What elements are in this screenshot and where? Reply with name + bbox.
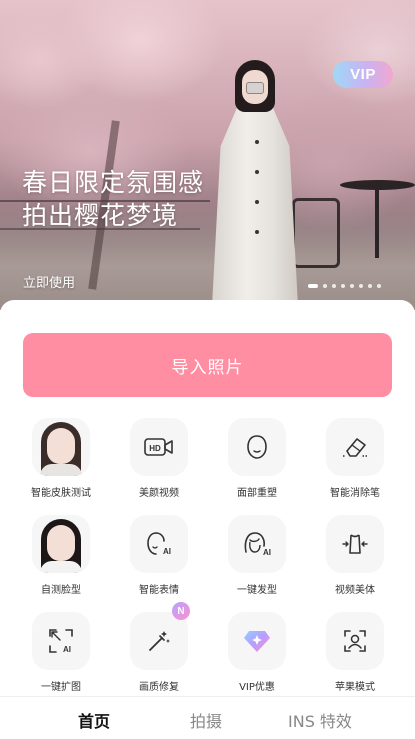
face-shape-avatar: [32, 515, 90, 573]
hero-banner[interactable]: VIP 春日限定氛围感 拍出樱花梦境 立即使用: [0, 0, 415, 310]
face-scan-icon: [326, 612, 384, 670]
tool-apple-mode[interactable]: 苹果模式: [306, 612, 404, 702]
tool-smart-expression[interactable]: AI 智能表情: [110, 515, 208, 605]
svg-text:AI: AI: [263, 548, 271, 557]
tool-label: 画质修复: [139, 682, 179, 693]
carousel-dot: [359, 284, 363, 288]
svg-text:AI: AI: [63, 645, 71, 654]
tool-label: 面部重塑: [237, 488, 277, 499]
carousel-dot-active: [308, 284, 318, 288]
magic-wand-icon: [130, 612, 188, 670]
tab-shoot[interactable]: 拍摄: [190, 708, 222, 732]
tool-beauty-video[interactable]: HD 美颜视频: [110, 418, 208, 508]
tool-label: 自测脸型: [41, 585, 81, 596]
svg-text:HD: HD: [149, 444, 161, 453]
tool-label: 苹果模式: [335, 682, 375, 693]
banner-title: 春日限定氛围感 拍出樱花梦境: [22, 166, 204, 232]
bottom-tab-bar: 首页 拍摄 INS 特效: [0, 696, 415, 739]
eraser-icon: [326, 418, 384, 476]
carousel-indicator: [308, 284, 381, 288]
carousel-dot: [323, 284, 327, 288]
banner-photo-table-leg: [375, 188, 379, 258]
banner-title-line-1: 春日限定氛围感: [22, 168, 205, 197]
tool-smart-eraser[interactable]: 智能消除笔: [306, 418, 404, 508]
tool-skin-test[interactable]: 智能皮肤测试: [12, 418, 110, 508]
tool-video-body[interactable]: 视频美体: [306, 515, 404, 605]
banner-use-now-link[interactable]: 立即使用: [23, 272, 75, 291]
tool-label: 智能消除笔: [330, 488, 380, 499]
new-badge: N: [172, 602, 190, 620]
face-outline-icon: [228, 418, 286, 476]
tool-label: 一键发型: [237, 585, 277, 596]
ai-hair-icon: AI: [228, 515, 286, 573]
tool-label: 视频美体: [335, 585, 375, 596]
tool-one-click-expand[interactable]: AI 一键扩图: [12, 612, 110, 702]
carousel-dot: [341, 284, 345, 288]
diamond-icon: [228, 612, 286, 670]
import-photo-button[interactable]: 导入照片: [23, 333, 392, 397]
tool-vip-offer[interactable]: VIP优惠: [208, 612, 306, 702]
tool-label: 一键扩图: [41, 682, 81, 693]
svg-text:AI: AI: [163, 547, 171, 556]
ai-expand-icon: AI: [32, 612, 90, 670]
tab-ins-effects[interactable]: INS 特效: [288, 708, 352, 732]
tool-one-click-hair[interactable]: AI 一键发型: [208, 515, 306, 605]
tool-label: 美颜视频: [139, 488, 179, 499]
vip-badge[interactable]: VIP: [333, 61, 393, 88]
tab-home[interactable]: 首页: [78, 708, 110, 732]
tool-label: VIP优惠: [239, 682, 275, 693]
body-reshape-icon: [326, 515, 384, 573]
carousel-dot: [332, 284, 336, 288]
hd-video-icon: HD: [130, 418, 188, 476]
carousel-dot: [368, 284, 372, 288]
banner-title-line-2: 拍出樱花梦境: [22, 201, 179, 230]
tool-label: 智能表情: [139, 585, 179, 596]
tool-quality-repair[interactable]: N 画质修复: [110, 602, 208, 702]
tool-label: 智能皮肤测试: [31, 488, 91, 499]
ai-face-icon: AI: [130, 515, 188, 573]
skin-test-avatar: [32, 418, 90, 476]
tool-face-reshape[interactable]: 面部重塑: [208, 418, 306, 508]
tool-face-shape-test[interactable]: 自测脸型: [12, 515, 110, 605]
carousel-dot: [350, 284, 354, 288]
banner-photo-person: [200, 60, 310, 310]
carousel-dot: [377, 284, 381, 288]
